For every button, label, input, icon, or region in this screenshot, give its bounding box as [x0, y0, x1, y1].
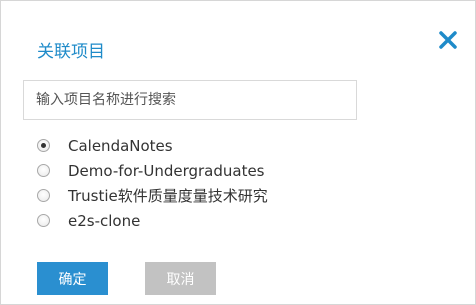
radio-button[interactable]: [37, 189, 50, 202]
project-radio-list: CalendaNotes Demo-for-Undergraduates Tru…: [37, 133, 268, 233]
radio-button[interactable]: [37, 214, 50, 227]
project-option-label: Demo-for-Undergraduates: [68, 161, 265, 180]
radio-button[interactable]: [37, 164, 50, 177]
project-option-e2s-clone[interactable]: e2s-clone: [37, 208, 268, 233]
link-project-dialog: 关联项目 CalendaNotes Demo-for-Undergraduate…: [0, 0, 476, 305]
project-option-label: e2s-clone: [68, 211, 141, 230]
project-option-calendanotes[interactable]: CalendaNotes: [37, 133, 268, 158]
project-option-label: CalendaNotes: [68, 136, 173, 155]
radio-button-checked[interactable]: [37, 139, 50, 152]
project-option-trustie[interactable]: Trustie软件质量度量技术研究: [37, 183, 268, 208]
project-option-demo-for-undergraduates[interactable]: Demo-for-Undergraduates: [37, 158, 268, 183]
dialog-title: 关联项目: [37, 42, 105, 62]
confirm-button[interactable]: 确定: [37, 262, 108, 295]
close-icon[interactable]: [435, 27, 461, 53]
cancel-button[interactable]: 取消: [145, 262, 216, 295]
project-option-label: Trustie软件质量度量技术研究: [68, 187, 268, 205]
project-search-input[interactable]: [23, 80, 357, 120]
